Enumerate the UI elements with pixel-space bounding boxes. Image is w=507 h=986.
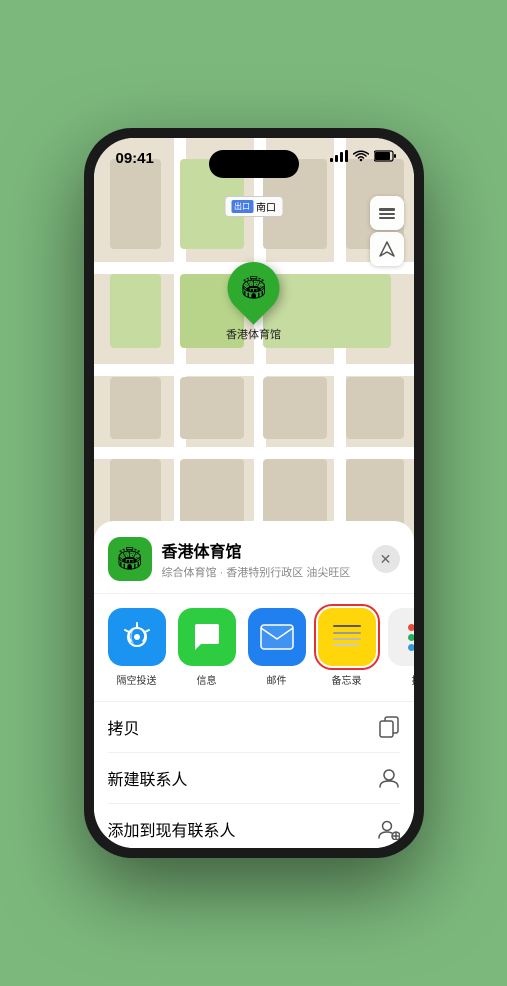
marker-label: 香港体育馆 xyxy=(226,326,281,342)
airdrop-icon xyxy=(108,608,166,666)
add-contact-icon xyxy=(378,818,400,840)
copy-label: 拷贝 xyxy=(108,715,140,739)
more-label: 推 xyxy=(412,672,414,687)
wifi-icon xyxy=(353,150,369,162)
block-10 xyxy=(346,377,404,439)
new-contact-label: 新建联系人 xyxy=(108,766,188,790)
map-controls xyxy=(370,196,404,266)
map-label-text: 南口 xyxy=(256,199,276,214)
venue-icon: 🏟 xyxy=(108,537,152,581)
share-airdrop[interactable]: 隔空投送 xyxy=(108,608,166,687)
status-icons xyxy=(330,150,396,162)
note-line-1 xyxy=(333,625,361,627)
dots-row-1 xyxy=(408,624,414,631)
action-copy[interactable]: 拷贝 xyxy=(108,702,400,753)
close-button[interactable]: ✕ xyxy=(372,545,400,573)
location-button[interactable] xyxy=(370,232,404,266)
map-background: 出口 南口 🏟 香港体育馆 xyxy=(94,138,414,550)
dots-row-2 xyxy=(408,634,414,641)
block-7 xyxy=(110,377,161,439)
map-label: 出口 南口 xyxy=(224,196,283,217)
bottom-sheet: 🏟 香港体育馆 综合体育馆 · 香港特别行政区 油尖旺区 ✕ xyxy=(94,521,414,848)
share-row: 隔空投送 信息 xyxy=(94,594,414,702)
new-contact-icon xyxy=(378,767,400,789)
action-list: 拷贝 新建联系人 添加到现有联系人 xyxy=(94,702,414,848)
map-layers-button[interactable] xyxy=(370,196,404,230)
add-contact-label: 添加到现有联系人 xyxy=(108,817,236,841)
map-badge: 出口 xyxy=(231,200,253,213)
action-add-contact[interactable]: 添加到现有联系人 xyxy=(108,804,400,848)
dynamic-island xyxy=(209,150,299,178)
venue-desc: 综合体育馆 · 香港特别行政区 油尖旺区 xyxy=(162,564,362,580)
more-dots-grid xyxy=(408,624,414,651)
notes-label: 备忘录 xyxy=(332,672,362,687)
block-6 xyxy=(263,274,391,348)
map-marker[interactable]: 🏟 香港体育馆 xyxy=(226,262,281,342)
map-area: 出口 南口 🏟 香港体育馆 xyxy=(94,138,414,550)
airdrop-svg xyxy=(122,622,152,652)
action-new-contact[interactable]: 新建联系人 xyxy=(108,753,400,804)
stadium-icon: 🏟 xyxy=(240,275,268,301)
venue-info: 香港体育馆 综合体育馆 · 香港特别行政区 油尖旺区 xyxy=(162,538,362,580)
message-label: 信息 xyxy=(197,672,217,687)
share-message[interactable]: 信息 xyxy=(178,608,236,687)
block-9 xyxy=(263,377,327,439)
status-time: 09:41 xyxy=(116,150,154,167)
mail-svg xyxy=(260,624,294,650)
layers-icon xyxy=(378,204,396,222)
mail-label: 邮件 xyxy=(267,672,287,687)
block-5 xyxy=(110,274,161,348)
dot-red xyxy=(408,624,414,631)
phone-shell: 09:41 xyxy=(84,128,424,858)
dot-green xyxy=(408,634,414,641)
note-line-4 xyxy=(333,644,359,646)
note-line-3 xyxy=(333,638,361,640)
message-svg xyxy=(191,622,223,652)
notes-icon-container xyxy=(318,608,376,666)
note-line-2 xyxy=(333,632,361,634)
battery-icon xyxy=(374,150,396,162)
dots-row-3 xyxy=(408,644,414,651)
block-8 xyxy=(180,377,244,439)
location-icon xyxy=(378,240,396,258)
mail-icon-container xyxy=(248,608,306,666)
notes-lines xyxy=(329,619,365,655)
share-notes[interactable]: 备忘录 xyxy=(318,608,376,687)
message-icon xyxy=(178,608,236,666)
copy-icon xyxy=(378,716,400,738)
share-more[interactable]: 推 xyxy=(388,608,414,687)
more-icon-container xyxy=(388,608,414,666)
marker-pin: 🏟 xyxy=(217,251,291,325)
sheet-header: 🏟 香港体育馆 综合体育馆 · 香港特别行政区 油尖旺区 ✕ xyxy=(94,537,414,594)
venue-name: 香港体育馆 xyxy=(162,538,362,562)
signal-icon xyxy=(330,150,348,162)
airdrop-label: 隔空投送 xyxy=(117,672,157,687)
dot-blue-2 xyxy=(408,644,414,651)
share-mail[interactable]: 邮件 xyxy=(248,608,306,687)
phone-screen: 09:41 xyxy=(94,138,414,848)
